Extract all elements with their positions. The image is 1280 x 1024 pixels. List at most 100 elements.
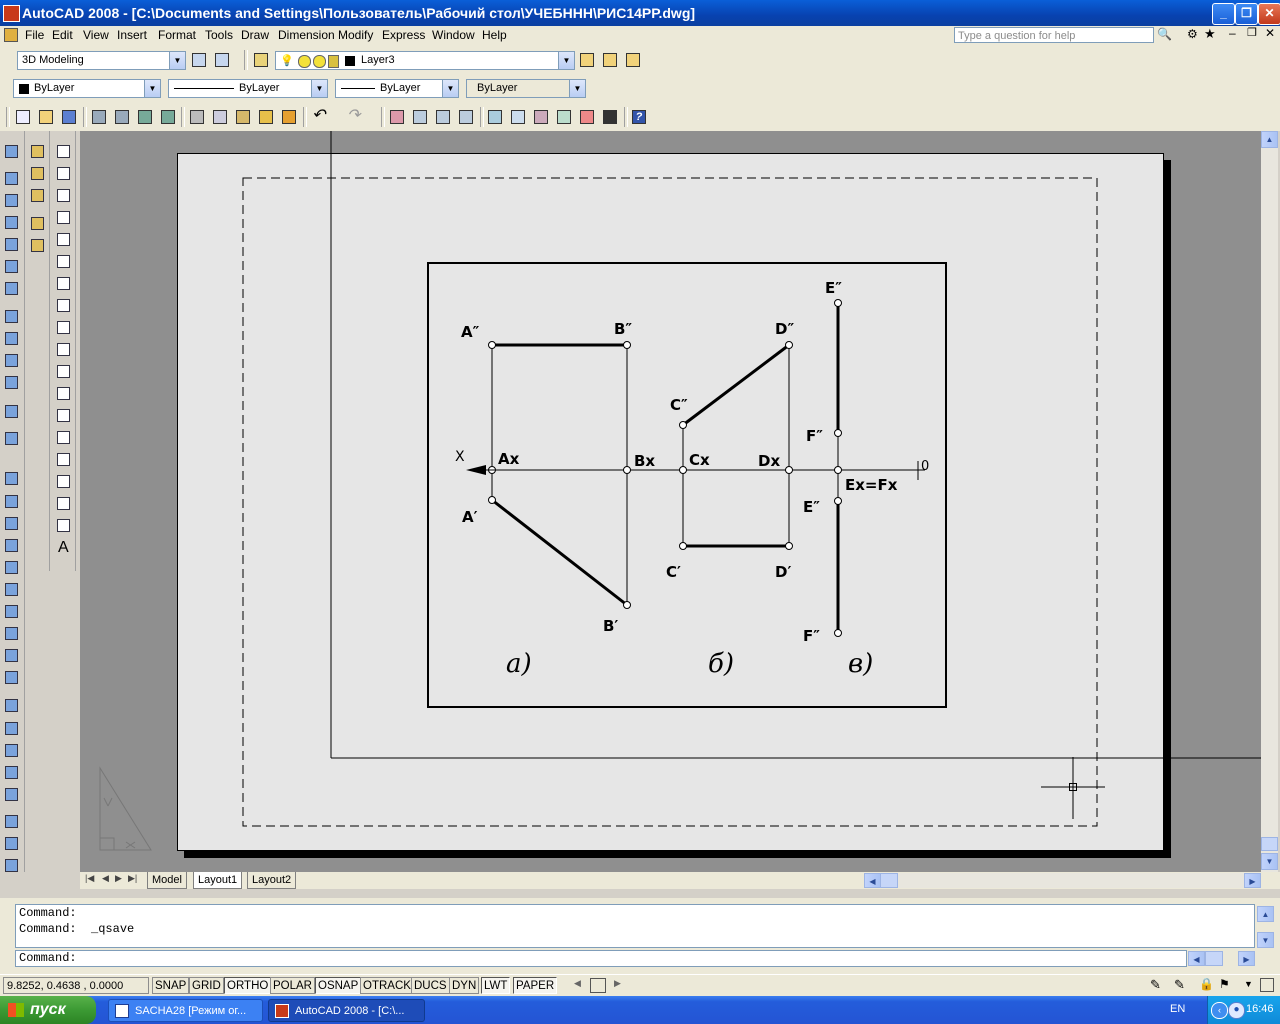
cmd-hscroll-right[interactable]: ▶ <box>1238 951 1255 966</box>
tab-last-icon[interactable]: ▶| <box>128 873 137 884</box>
start-button[interactable]: пуск <box>0 996 96 1024</box>
label-d1: D′ <box>775 563 791 581</box>
tray-settings-icon[interactable]: ⚑ <box>1219 977 1230 991</box>
snap-toggle[interactable]: SNAP <box>152 977 190 994</box>
label-zero: 0 <box>921 459 929 474</box>
windows-taskbar: пуск SACHA28 [Режим ог... AutoCAD 2008 -… <box>0 996 1280 1024</box>
annotation-icon[interactable]: ✎ <box>1174 977 1185 993</box>
label-e1: E″ <box>803 498 820 516</box>
arrow-left-icon[interactable]: ◀ <box>574 978 581 989</box>
point-b1 <box>623 601 631 609</box>
x-axis-arrow <box>466 465 486 475</box>
cmd-scroll-up-button[interactable]: ▲ <box>1257 906 1274 922</box>
scroll-up-button[interactable]: ▲ <box>1261 131 1278 148</box>
dyn-toggle[interactable]: DYN <box>449 977 480 994</box>
point-dx <box>785 466 793 474</box>
windows-logo-icon <box>8 1003 24 1017</box>
point-d2 <box>785 341 793 349</box>
horizontal-scrollbar[interactable]: ◀ ▶ <box>864 873 1261 888</box>
ortho-toggle[interactable]: ORTHO <box>224 977 272 994</box>
crosshair-cursor <box>1041 757 1105 819</box>
vertical-scrollbar[interactable]: ▲ ▼ <box>1261 131 1278 872</box>
segment-a1b1 <box>491 498 628 607</box>
scroll-left-button[interactable]: ◀ <box>864 873 881 888</box>
caption-a: a) <box>506 649 532 679</box>
label-c2: C″ <box>670 396 688 414</box>
point-a1 <box>488 496 496 504</box>
label-x: X <box>455 449 465 465</box>
label-ax: Ax <box>498 450 520 468</box>
ucs-icon <box>99 766 152 851</box>
cmd-scroll-down-button[interactable]: ▼ <box>1257 932 1274 948</box>
segment-c2d2 <box>682 343 790 427</box>
caption-v: в) <box>848 649 873 679</box>
clean-screen-icon[interactable] <box>1260 978 1274 992</box>
hscroll-thumb[interactable] <box>880 873 898 888</box>
toolbar-lock-icon[interactable]: 🔒 <box>1199 977 1214 991</box>
tab-prev-icon[interactable]: ◀ <box>102 873 109 884</box>
arrow-right-icon[interactable]: ▶ <box>614 978 621 989</box>
taskbar-item-word[interactable]: SACHA28 [Режим ог... <box>108 999 263 1022</box>
grid-toggle[interactable]: GRID <box>189 977 224 994</box>
coordinates-display[interactable]: 9.8252, 0.4638 , 0.0000 <box>3 977 149 994</box>
point-e1 <box>834 497 842 505</box>
printable-area-border <box>242 177 1098 827</box>
system-tray: ‹ ● 16:46 <box>1207 996 1280 1024</box>
label-dx: Dx <box>758 452 780 470</box>
label-f2: F″ <box>806 427 823 445</box>
tab-layout2[interactable]: Layout2 <box>247 872 297 889</box>
label-f1: F″ <box>803 627 820 645</box>
polar-toggle[interactable]: POLAR <box>270 977 315 994</box>
command-window: Command: Command: _qsave ▲ ▼ Command: ◀ … <box>0 898 1280 974</box>
lwt-toggle[interactable]: LWT <box>481 977 511 994</box>
autocad-icon <box>275 1004 289 1018</box>
point-exfx <box>834 466 842 474</box>
point-bx <box>623 466 631 474</box>
maximize-viewport-icon[interactable] <box>590 978 606 993</box>
label-cx: Cx <box>689 451 710 469</box>
label-b2: B″ <box>614 320 632 338</box>
point-d1 <box>785 542 793 550</box>
label-a2: A″ <box>461 323 480 341</box>
tab-first-icon[interactable]: |◀ <box>85 873 94 884</box>
cmd-hscroll-thumb[interactable] <box>1205 951 1223 966</box>
label-d2: D″ <box>775 320 794 338</box>
tab-model[interactable]: Model <box>147 872 187 889</box>
status-bar: 9.8252, 0.4638 , 0.0000 SNAP GRID ORTHO … <box>0 974 1280 997</box>
language-indicator[interactable]: EN <box>1170 1003 1185 1015</box>
point-cx <box>679 466 687 474</box>
command-input[interactable]: Command: <box>15 950 1187 967</box>
label-c1: C′ <box>666 563 681 581</box>
point-f1 <box>834 629 842 637</box>
scroll-down-button[interactable]: ▼ <box>1261 853 1278 870</box>
otrack-toggle[interactable]: OTRACK <box>360 977 414 994</box>
command-history-line: Command: _qsave <box>19 922 135 936</box>
label-e2: E″ <box>825 279 842 297</box>
point-b2 <box>623 341 631 349</box>
point-e2 <box>834 299 842 307</box>
tray-expand-icon[interactable]: ‹ <box>1211 1002 1228 1019</box>
start-label: пуск <box>30 1001 66 1018</box>
paper-toggle[interactable]: PAPER <box>513 977 558 994</box>
label-bx: Bx <box>634 452 655 470</box>
word-icon <box>115 1004 129 1018</box>
label-exfx: Ex=Fx <box>845 476 898 494</box>
command-history: Command: Command: _qsave <box>15 904 1255 948</box>
point-f2 <box>834 429 842 437</box>
status-menu-icon[interactable]: ▼ <box>1244 979 1253 989</box>
taskbar-item-autocad[interactable]: AutoCAD 2008 - [C:\... <box>268 999 425 1022</box>
scroll-right-button[interactable]: ▶ <box>1244 873 1261 888</box>
taskbar-item-label: AutoCAD 2008 - [C:\... <box>295 1005 405 1017</box>
tab-layout1[interactable]: Layout1 <box>193 872 243 889</box>
clock[interactable]: 16:46 <box>1246 1003 1274 1015</box>
label-b1: B′ <box>603 617 618 635</box>
communication-icon[interactable]: ✎ <box>1150 977 1161 993</box>
tab-next-icon[interactable]: ▶ <box>115 873 122 884</box>
network-icon[interactable]: ● <box>1228 1002 1245 1019</box>
ducs-toggle[interactable]: DUCS <box>411 977 450 994</box>
point-c1 <box>679 542 687 550</box>
scroll-thumb[interactable] <box>1261 837 1278 851</box>
osnap-toggle[interactable]: OSNAP <box>315 977 362 994</box>
caption-b: б) <box>708 649 734 679</box>
cmd-hscroll-left[interactable]: ◀ <box>1188 951 1205 966</box>
